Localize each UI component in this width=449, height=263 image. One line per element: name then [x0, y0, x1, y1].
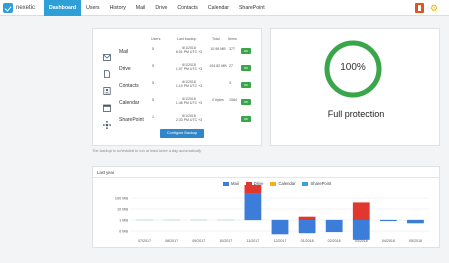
x-tick-label: 11/2017: [247, 239, 260, 243]
service-name[interactable]: Contacts: [119, 83, 139, 89]
service-name[interactable]: Drive: [119, 66, 131, 72]
x-tick-label: 05/2018: [409, 239, 422, 243]
x-tick-label: 09/2017: [192, 239, 205, 243]
backup-summary-card: Users Last backup Total Items Mail 5 6/1/2…: [92, 28, 262, 146]
backup-schedule-note: The backup is scheduled to run at least …: [92, 149, 202, 153]
protection-label: Full protection: [327, 109, 385, 119]
item-count: 377: [229, 47, 235, 51]
last-backup: 6/1/2018 1:19 PM UTC +3: [171, 80, 207, 89]
status-ok-badge[interactable]: OK: [241, 48, 251, 54]
calendar-icon: [103, 99, 111, 112]
last-backup: 6/1/2018 6:01 PM UTC +3: [171, 46, 207, 55]
bar-mail[interactable]: [244, 193, 262, 220]
service-name[interactable]: SharePoint: [119, 117, 144, 123]
bar-mail[interactable]: [407, 220, 424, 224]
nav-mail[interactable]: Mail: [131, 0, 151, 16]
nav-history[interactable]: History: [105, 0, 131, 16]
chart-title: Last year: [97, 170, 115, 175]
last-backup-time: 1:46 PM UTC +3: [175, 101, 203, 106]
user-count: 5: [152, 64, 154, 68]
x-tick-label: 10/2017: [219, 239, 232, 243]
total-size: 10.96 MB: [210, 47, 226, 51]
total-size: 104.82 MB: [209, 64, 227, 68]
backup-row-drive: Drive 5 6/1/2018 1:07 PM UTC +3 104.82 MB 27 O…: [93, 61, 263, 78]
protection-percent: 100%: [340, 62, 366, 73]
bar-drive[interactable]: [298, 216, 316, 220]
x-tick-label: 04/2018: [382, 239, 395, 243]
wrench-icon[interactable]: ⚙: [430, 3, 440, 13]
x-tick-label: 07/2017: [138, 239, 151, 243]
service-name[interactable]: Mail: [119, 49, 128, 55]
last-backup: 6/1/2018 1:46 PM UTC +3: [171, 97, 207, 106]
bar-drive[interactable]: [352, 202, 370, 220]
history-chart-card: Last year Mail Drive Calendar SharePoint 10…: [92, 166, 440, 248]
service-name[interactable]: Calendar: [119, 100, 139, 106]
last-backup: 6/1/2018 2:33 PM UTC +3: [171, 114, 207, 123]
header-total: Total: [212, 37, 220, 41]
item-count: 27: [229, 64, 233, 68]
y-tick-label: 0 MB: [119, 229, 128, 233]
user-count: 5: [152, 47, 154, 51]
y-tick-label: 100 MB: [115, 196, 129, 200]
item-count: 1084: [229, 98, 237, 102]
nav-users[interactable]: Users: [81, 0, 105, 16]
status-ok-badge[interactable]: OK: [241, 116, 251, 122]
bar-mail[interactable]: [325, 220, 343, 233]
backup-row-calendar: Calendar 5 6/1/2018 1:46 PM UTC +3 0 bytes 10…: [93, 95, 263, 112]
bar-mail[interactable]: [352, 220, 370, 240]
backup-row-contacts: Contacts 5 6/1/2018 1:19 PM UTC +3 3 OK: [93, 78, 263, 95]
x-tick-label: 03/2018: [355, 239, 368, 243]
last-backup: 6/1/2018 1:07 PM UTC +3: [171, 63, 207, 72]
nav-calendar[interactable]: Calendar: [203, 0, 234, 16]
drive-file-icon: [103, 65, 111, 78]
last-backup-time: 1:07 PM UTC +3: [175, 67, 203, 72]
bar-mail[interactable]: [298, 220, 316, 234]
status-ok-badge[interactable]: OK: [241, 82, 251, 88]
y-tick-label: 1 MB: [119, 218, 128, 222]
history-chart: 100 MB 10 MB 1 MB 0 MB 07/2017 08/2017 09/2017…: [115, 185, 429, 243]
user-count: 5: [152, 98, 154, 102]
x-tick-label: 02/2018: [328, 239, 341, 243]
top-navigation-bar: nexetic Dashboard Users History Mail Drive Co…: [0, 0, 449, 16]
nav-contacts[interactable]: Contacts: [172, 0, 202, 16]
logo-text: nexetic: [16, 5, 36, 11]
item-count: 3: [229, 81, 231, 85]
nav-drive[interactable]: Drive: [150, 0, 172, 16]
header-items: Items: [228, 37, 237, 41]
chart-divider: [93, 177, 439, 178]
protection-card: 100% Full protection: [270, 28, 440, 146]
bar-mail[interactable]: [379, 220, 397, 222]
y-tick-label: 10 MB: [117, 207, 128, 211]
nav-dashboard[interactable]: Dashboard: [44, 0, 82, 16]
logo-icon: [3, 3, 13, 13]
status-ok-badge[interactable]: OK: [241, 99, 251, 105]
last-backup-time: 2:33 PM UTC +3: [175, 118, 203, 123]
x-tick-label: 12/2017: [274, 239, 287, 243]
office365-icon[interactable]: [415, 3, 424, 13]
bar-drive[interactable]: [244, 185, 262, 194]
bar-mail[interactable]: [271, 220, 289, 235]
backup-row-mail: Mail 5 6/1/2018 6:01 PM UTC +3 10.96 MB 377 OK: [93, 44, 263, 61]
backup-row-sharepoint: SharePoint 1 6/1/2018 2:33 PM UTC +3 OK: [93, 112, 263, 129]
configure-backup-button[interactable]: Configure Backup: [160, 129, 204, 138]
status-ok-badge[interactable]: OK: [241, 65, 251, 71]
last-backup-time: 1:19 PM UTC +3: [175, 84, 203, 89]
user-count: 5: [152, 81, 154, 85]
x-tick-label: 08/2017: [165, 239, 178, 243]
header-users: Users: [151, 37, 161, 41]
last-backup-time: 6:01 PM UTC +3: [175, 50, 203, 55]
sharepoint-icon: [103, 116, 111, 129]
header-last-backup: Last backup: [177, 37, 197, 41]
contacts-icon: [103, 82, 111, 95]
user-count: 1: [152, 115, 154, 119]
nav-sharepoint[interactable]: SharePoint: [234, 0, 270, 16]
x-tick-label: 01/2018: [301, 239, 314, 243]
total-size: 0 bytes: [212, 98, 224, 102]
main-nav: Dashboard Users History Mail Drive Contacts Ca…: [44, 0, 270, 16]
app-logo[interactable]: nexetic: [3, 2, 35, 14]
mail-icon: [103, 48, 111, 61]
